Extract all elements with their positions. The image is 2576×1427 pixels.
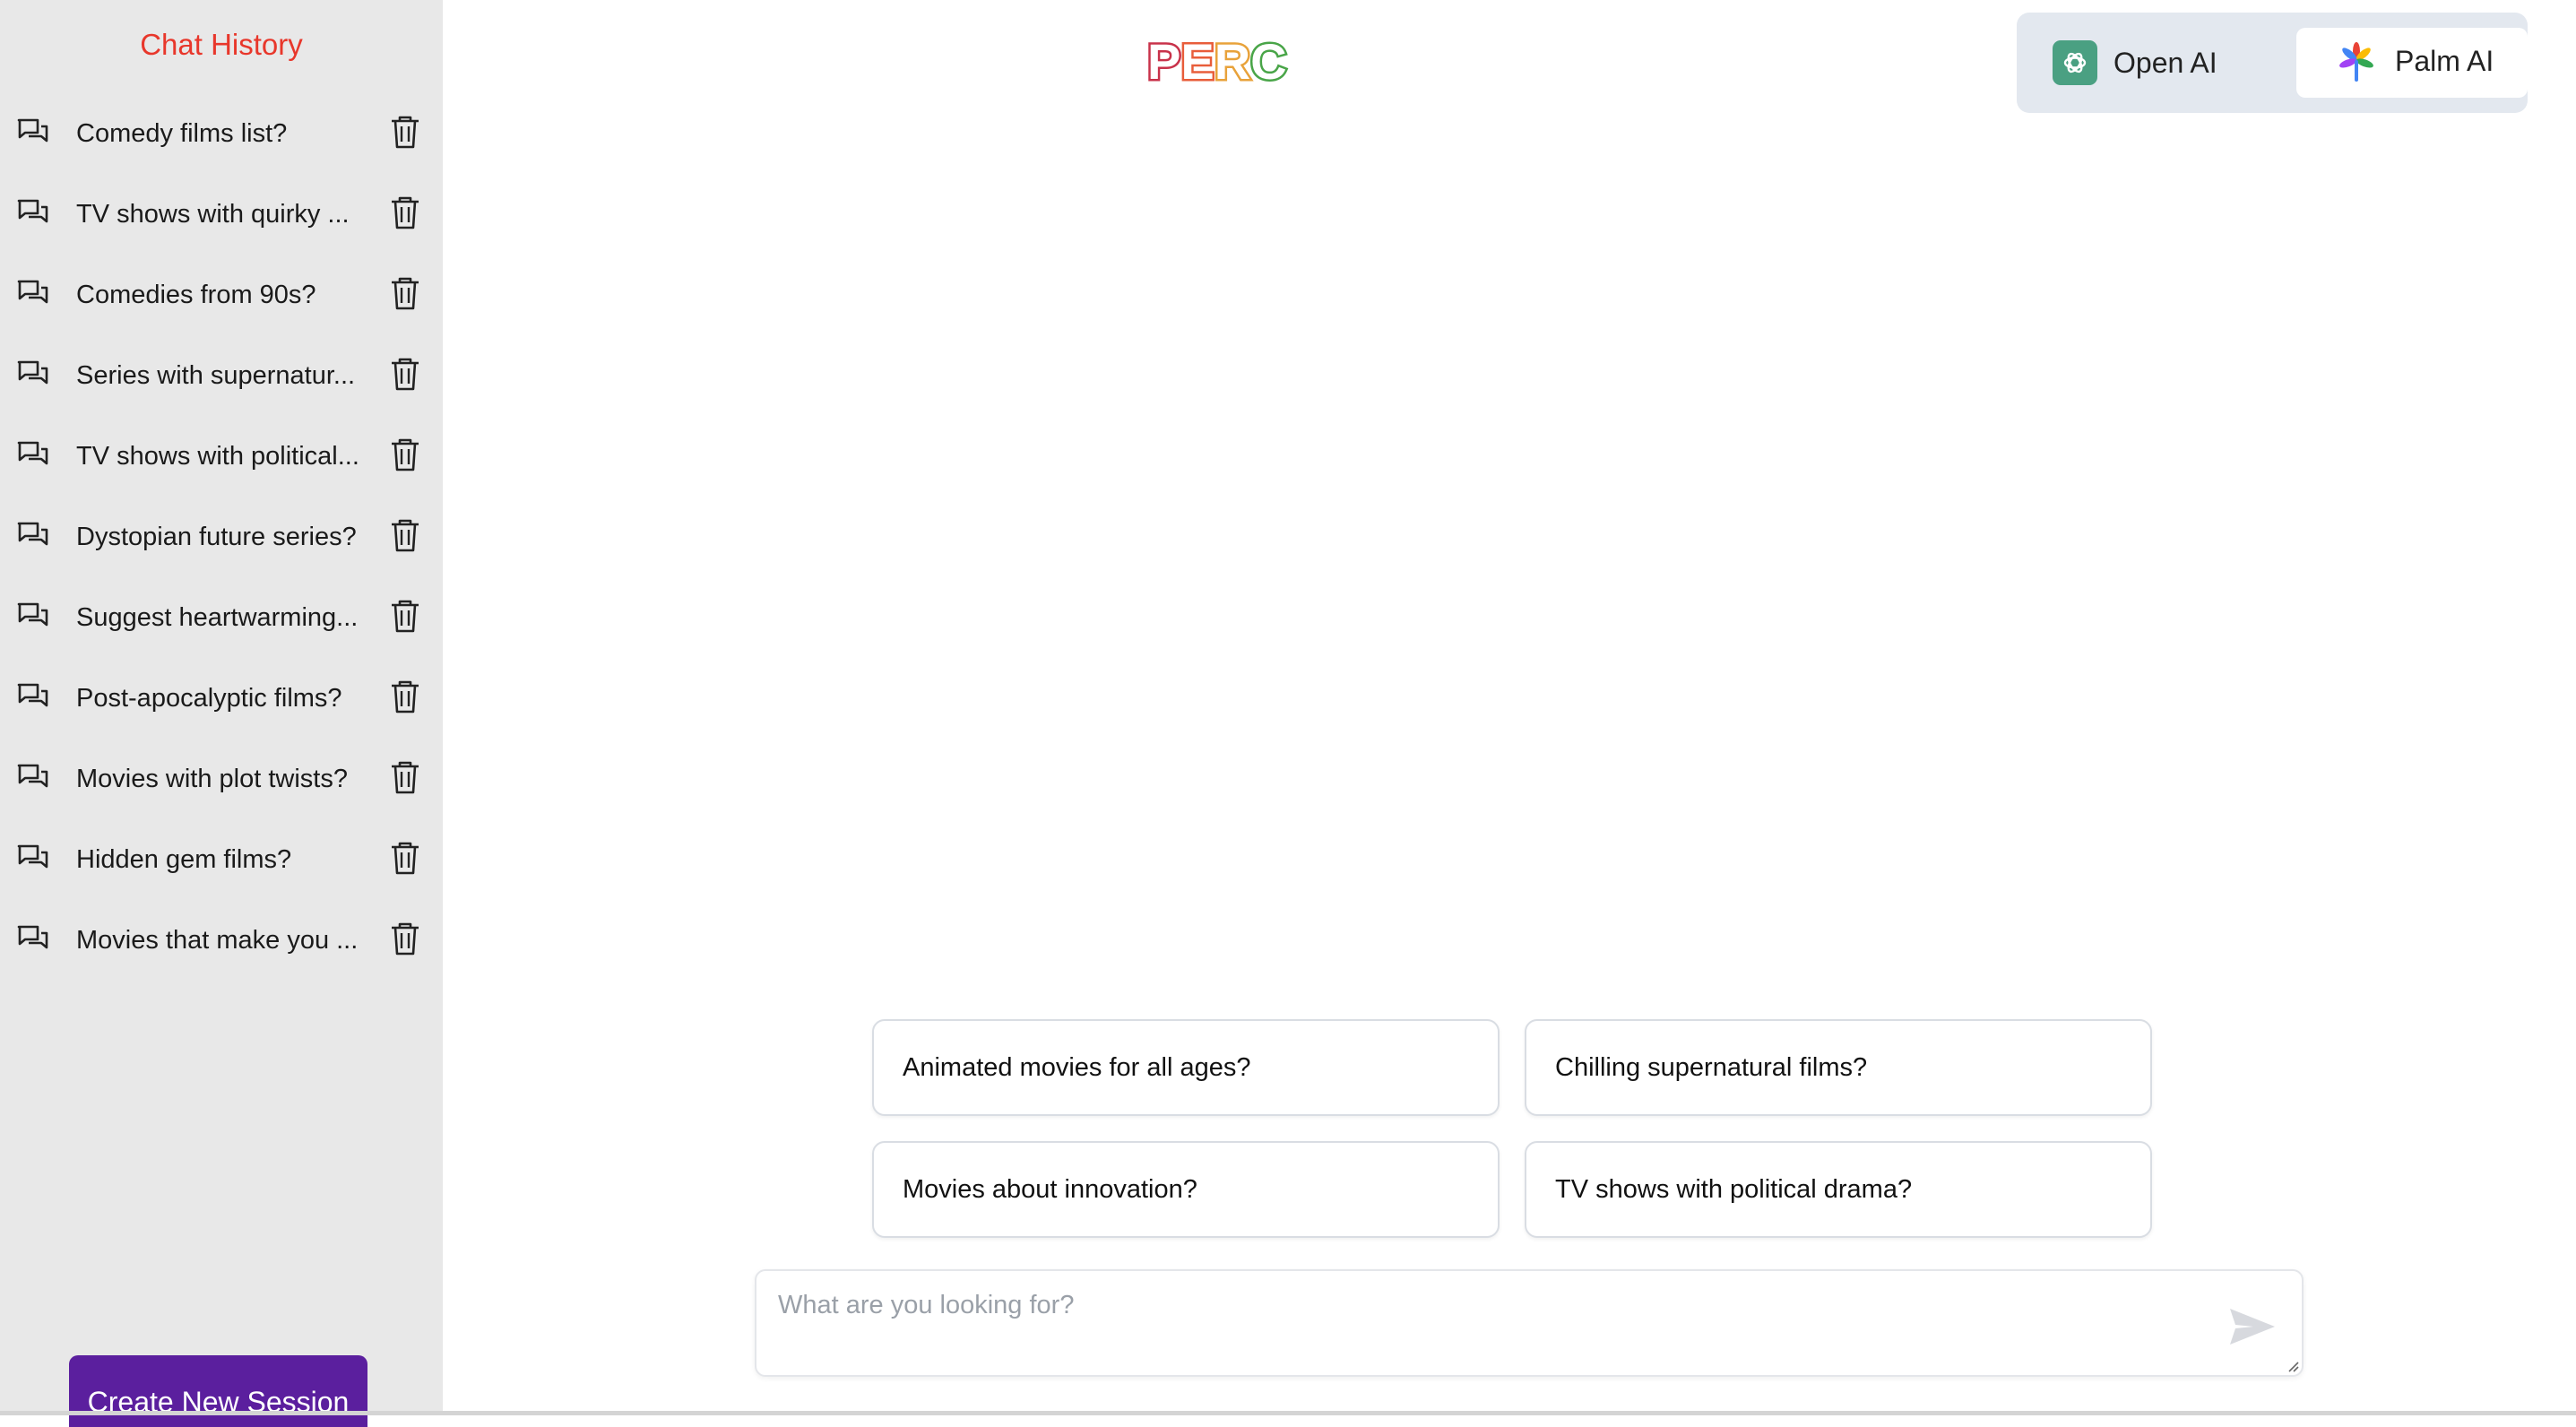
- suggestion-card[interactable]: TV shows with political drama?: [1525, 1141, 2152, 1238]
- session-item[interactable]: Dystopian future series?: [0, 511, 443, 592]
- session-label: Series with supernatur...: [76, 361, 356, 390]
- session-item[interactable]: Comedy films list?: [0, 108, 443, 188]
- session-item[interactable]: Hidden gem films?: [0, 834, 443, 914]
- trash-icon[interactable]: [389, 679, 421, 714]
- session-item[interactable]: Movies that make you ...: [0, 914, 443, 995]
- palm-icon: [2339, 42, 2373, 82]
- message-input[interactable]: [778, 1291, 2194, 1345]
- trash-icon[interactable]: [389, 921, 421, 956]
- session-label: Comedy films list?: [76, 119, 288, 148]
- session-list: Comedy films list? TV shows with quirky .…: [0, 108, 443, 995]
- session-item[interactable]: Series with supernatur...: [0, 350, 443, 430]
- session-label: Movies that make you ...: [76, 926, 359, 955]
- session-label: Movies with plot twists?: [76, 765, 348, 793]
- chat-bubbles-icon: [17, 602, 48, 627]
- perc-logo: PERC PERC: [1145, 36, 1289, 86]
- trash-icon[interactable]: [389, 437, 421, 472]
- chat-bubbles-icon: [17, 522, 48, 546]
- session-item[interactable]: Movies with plot twists?: [0, 753, 443, 834]
- trash-icon[interactable]: [389, 517, 421, 553]
- chat-bubbles-icon: [17, 118, 48, 143]
- chat-history-sidebar: Chat History Comedy films list? TV shows …: [0, 0, 443, 1427]
- trash-icon[interactable]: [389, 356, 421, 392]
- trash-icon[interactable]: [389, 114, 421, 150]
- session-label: Hidden gem films?: [76, 845, 292, 874]
- trash-icon[interactable]: [389, 195, 421, 230]
- chat-bubbles-icon: [17, 683, 48, 707]
- chat-bubbles-icon: [17, 441, 48, 465]
- sidebar-title: Chat History: [140, 28, 303, 61]
- session-item[interactable]: Comedies from 90s?: [0, 269, 443, 350]
- chat-bubbles-icon: [17, 844, 48, 869]
- suggestion-card[interactable]: Chilling supernatural films?: [1525, 1019, 2152, 1116]
- model-selector: Open AI Palm AI: [2017, 13, 2528, 113]
- palm-label: Palm AI: [2395, 45, 2494, 77]
- session-item[interactable]: TV shows with quirky ...: [0, 188, 443, 269]
- window-bottom-edge: [0, 1411, 2576, 1415]
- session-label: Comedies from 90s?: [76, 281, 316, 309]
- session-item[interactable]: TV shows with political...: [0, 430, 443, 511]
- chat-bubbles-icon: [17, 199, 48, 223]
- session-item[interactable]: Post-apocalyptic films?: [0, 672, 443, 753]
- session-label: Post-apocalyptic films?: [76, 684, 342, 713]
- suggestion-card[interactable]: Movies about innovation?: [872, 1141, 1500, 1238]
- chat-bubbles-icon: [17, 925, 48, 949]
- trash-icon[interactable]: [389, 275, 421, 311]
- suggestion-card[interactable]: Animated movies for all ages?: [872, 1019, 1500, 1116]
- trash-icon[interactable]: [389, 598, 421, 634]
- send-icon[interactable]: [2226, 1305, 2277, 1348]
- openai-model-button[interactable]: Open AI: [2053, 28, 2259, 98]
- trash-icon[interactable]: [389, 759, 421, 795]
- openai-label: Open AI: [2114, 46, 2217, 79]
- session-label: Dystopian future series?: [76, 523, 357, 551]
- session-item[interactable]: Suggest heartwarming...: [0, 592, 443, 672]
- resize-grip-icon[interactable]: [2286, 1359, 2300, 1373]
- session-label: TV shows with political...: [76, 442, 359, 471]
- session-label: Suggest heartwarming...: [76, 603, 359, 632]
- openai-icon: [2053, 40, 2097, 85]
- chat-bubbles-icon: [17, 280, 48, 304]
- message-composer: [755, 1269, 2304, 1377]
- logo-inner: PERC: [1147, 36, 1287, 86]
- palm-model-button[interactable]: Palm AI: [2296, 28, 2528, 98]
- chat-bubbles-icon: [17, 360, 48, 385]
- create-new-session-button[interactable]: Create New Session: [69, 1355, 367, 1427]
- trash-icon[interactable]: [389, 840, 421, 876]
- session-label: TV shows with quirky ...: [76, 200, 350, 229]
- chat-bubbles-icon: [17, 764, 48, 788]
